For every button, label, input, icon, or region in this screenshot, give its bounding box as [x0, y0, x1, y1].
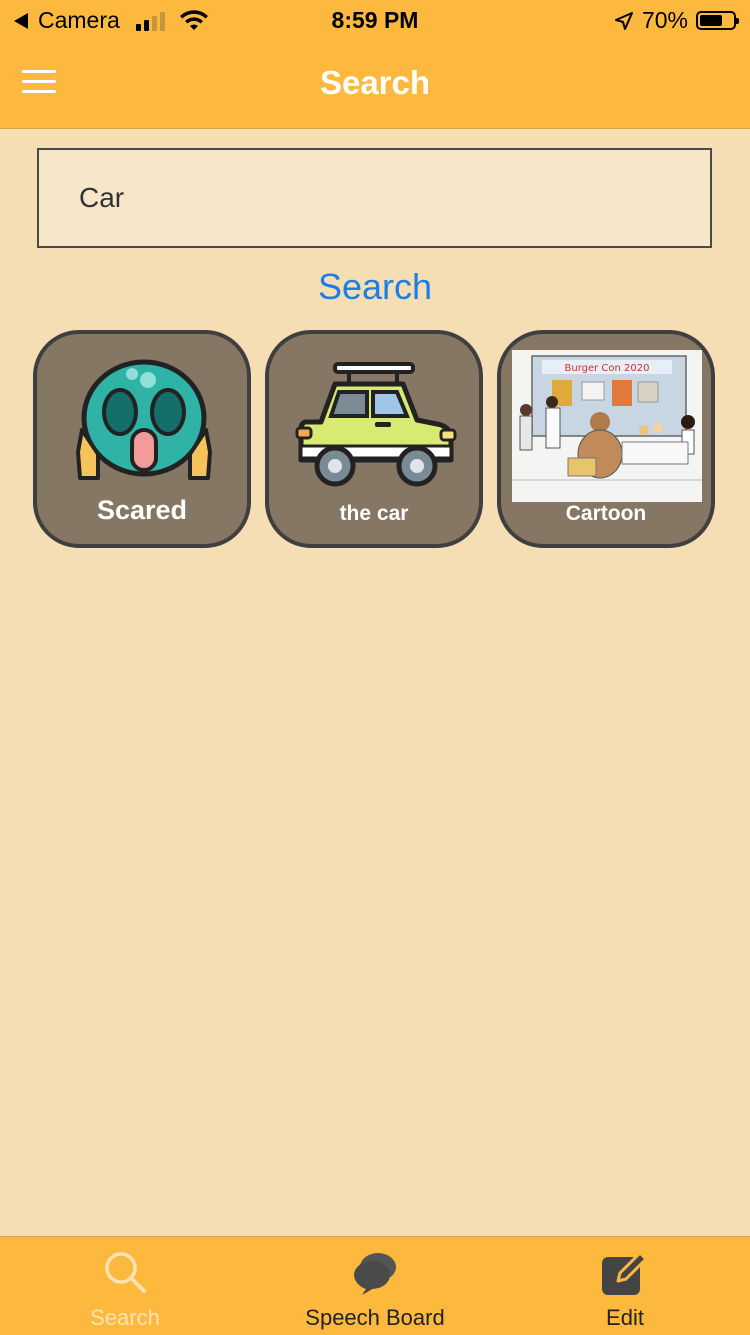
tab-edit[interactable]: Edit: [500, 1237, 750, 1335]
search-input[interactable]: [37, 148, 712, 248]
edit-icon: [602, 1251, 648, 1295]
status-right: 70%: [614, 7, 739, 34]
result-tile-cartoon[interactable]: Burger Con 2020 Cartoon: [497, 330, 715, 548]
search-icon: [105, 1252, 146, 1293]
battery-fill: [700, 15, 722, 26]
svg-text:Burger Con 2020: Burger Con 2020: [565, 363, 650, 374]
nav-bar: Search: [0, 40, 750, 129]
scared-face-icon: [76, 359, 212, 480]
result-label: the car: [339, 502, 409, 525]
tab-label: Speech Board: [305, 1305, 445, 1330]
speech-bubble-icon: [354, 1253, 396, 1295]
tab-speech-board[interactable]: Speech Board: [250, 1237, 500, 1335]
cartoon-image: Burger Con 2020: [512, 350, 702, 502]
location-arrow-icon: [614, 11, 633, 30]
result-label: Scared: [96, 495, 188, 525]
result-tile-the-car[interactable]: the car: [265, 330, 483, 548]
battery-percent: 70%: [641, 7, 688, 33]
page-title: Search: [319, 64, 431, 101]
battery-icon: [696, 11, 739, 30]
tab-label: Edit: [606, 1305, 644, 1330]
tab-bar: Search Speech Board Edit: [0, 1236, 750, 1335]
search-button[interactable]: Search: [0, 265, 750, 309]
result-tile-scared[interactable]: Scared: [33, 330, 251, 548]
car-icon: [295, 362, 457, 487]
tab-label: Search: [90, 1305, 160, 1330]
status-bar: Camera 8:59 PM 70%: [0, 0, 750, 40]
result-label: Cartoon: [565, 502, 647, 525]
tab-search[interactable]: Search: [0, 1237, 250, 1335]
